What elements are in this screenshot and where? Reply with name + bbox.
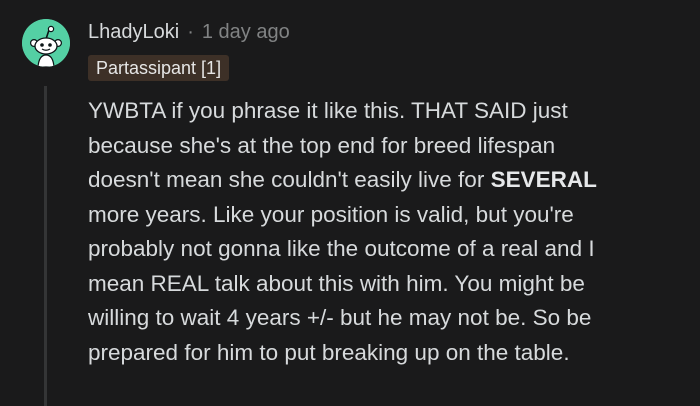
comment: LhadyLoki · 1 day ago Partassipant [1] Y… xyxy=(0,0,700,406)
meta-separator: · xyxy=(187,20,194,43)
comment-line-text: doesn't mean she couldn't easily live fo… xyxy=(88,167,491,192)
thread-collapse-line[interactable] xyxy=(44,86,47,406)
comment-meta: LhadyLoki · 1 day ago xyxy=(88,17,290,47)
comment-line: doesn't mean she couldn't easily live fo… xyxy=(88,163,688,198)
comment-line: willing to wait 4 years +/- but he may n… xyxy=(88,305,592,330)
user-flair: Partassipant [1] xyxy=(88,55,230,81)
comment-line: mean REAL talk about this with him. You … xyxy=(88,270,585,296)
comment-body: YWBTA if you phrase it like this. THAT S… xyxy=(88,94,688,370)
comment-timestamp[interactable]: 1 day ago xyxy=(202,21,290,44)
comment-line: YWBTA if you phrase it like this. THAT S… xyxy=(88,98,568,123)
user-avatar-icon[interactable] xyxy=(22,19,70,67)
comment-line: prepared for him to put breaking up on t… xyxy=(88,339,570,365)
comment-line: probably not gonna like the outcome of a… xyxy=(88,236,595,261)
comment-line: more years. Like your position is valid,… xyxy=(88,201,574,227)
comment-bold-text: SEVERAL xyxy=(490,167,597,192)
username-link[interactable]: LhadyLoki xyxy=(88,21,179,44)
snoo-icon xyxy=(22,19,70,67)
comment-line: because she's at the top end for breed l… xyxy=(88,132,556,158)
